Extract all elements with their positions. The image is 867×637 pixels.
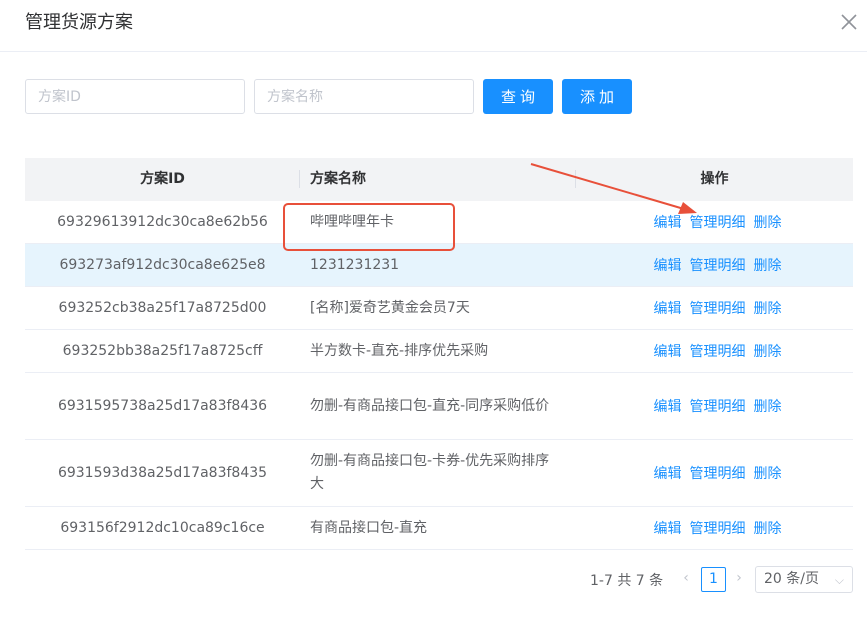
cell-operations: 编辑 管理明细 删除 <box>576 396 853 416</box>
edit-link[interactable]: 编辑 <box>654 463 682 483</box>
cell-plan-name: [名称]爱奇艺黄金会员7天 <box>310 299 470 316</box>
cell-operations: 编辑 管理明细 删除 <box>576 298 853 318</box>
page-size-select[interactable]: 20 条/页 ⌵ <box>755 566 853 593</box>
close-icon[interactable] <box>840 13 858 31</box>
table-row: 69329613912dc30ca8e62b56 哔哩哔哩年卡 编辑 管理明细 删除 <box>25 201 853 244</box>
edit-link[interactable]: 编辑 <box>654 298 682 318</box>
cell-plan-id: 6931595738a25d17a83f8436 <box>57 397 268 414</box>
cell-operations: 编辑 管理明细 删除 <box>576 212 853 232</box>
cell-plan-id: 693252cb38a25f17a8725d00 <box>58 299 267 316</box>
edit-link[interactable]: 编辑 <box>654 341 682 361</box>
table-header: 方案ID 方案名称 操作 <box>25 158 853 201</box>
pagination: 1-7 共 7 条 ‹ 1 › 20 条/页 ⌵ <box>0 566 867 594</box>
manage-details-link[interactable]: 管理明细 <box>690 396 746 416</box>
table-row: 693156f2912dc10ca89c16ce 有商品接口包-直充 编辑 管理明细删… <box>25 507 853 550</box>
cell-plan-name: 半方数卡-直充-排序优先采购 <box>310 342 489 359</box>
header-operations: 操作 <box>700 171 729 187</box>
cell-plan-name: 哔哩哔哩年卡 <box>310 213 394 230</box>
cell-operations: 编辑 管理明细 删除 <box>576 341 853 361</box>
manage-source-plan-dialog: 管理货源方案 查询 添加 方案ID 方案名称 操作 69329613912dc3… <box>0 0 867 637</box>
manage-details-link[interactable]: 管理明细 <box>690 298 746 318</box>
cell-plan-name: 1231231231 <box>310 256 400 273</box>
chevron-right-icon[interactable]: › <box>731 570 747 590</box>
cell-plan-id: 693156f2912dc10ca89c16ce <box>60 519 265 536</box>
table-body: 69329613912dc30ca8e62b56 哔哩哔哩年卡 编辑 管理明细 删除 69… <box>25 201 853 550</box>
add-button[interactable]: 添加 <box>562 79 632 114</box>
table-row: 693252bb38a25f17a8725cff 半方数卡-直充-排序优先采购 编辑… <box>25 330 853 373</box>
edit-link[interactable]: 编辑 <box>654 396 682 416</box>
header-plan-id: 方案ID <box>25 158 300 201</box>
table-row: 693273af912dc30ca8e625e8 1231231231 编辑 管理明细… <box>25 244 853 287</box>
search-button[interactable]: 查询 <box>483 79 553 114</box>
plan-id-input[interactable] <box>25 79 245 114</box>
delete-link[interactable]: 删除 <box>754 463 782 483</box>
dialog-title: 管理货源方案 <box>25 12 133 33</box>
cell-operations: 编辑 管理明细 删除 <box>576 255 853 275</box>
cell-plan-id: 69329613912dc30ca8e62b56 <box>57 213 268 230</box>
dialog-header: 管理货源方案 <box>0 0 867 52</box>
table-row: 6931593d38a25d17a83f8435 勿删-有商品接口包-卡券-优先采… <box>25 440 853 507</box>
cell-plan-name: 有商品接口包-直充 <box>310 519 428 536</box>
edit-link[interactable]: 编辑 <box>654 212 682 232</box>
manage-details-link[interactable]: 管理明细 <box>690 255 746 275</box>
header-plan-name: 方案名称 <box>300 158 576 201</box>
edit-link[interactable]: 编辑 <box>654 518 682 538</box>
cell-operations: 编辑 管理明细 删除 <box>576 463 853 483</box>
delete-link[interactable]: 删除 <box>754 255 782 275</box>
delete-link[interactable]: 删除 <box>754 341 782 361</box>
manage-details-link[interactable]: 管理明细 <box>690 518 746 538</box>
manage-details-link[interactable]: 管理明细 <box>690 212 746 232</box>
cell-plan-name: 勿删-有商品接口包-卡券-优先采购排序大 <box>310 453 550 492</box>
cell-plan-name: 勿删-有商品接口包-直充-同序采购低价 <box>310 397 550 414</box>
cell-operations: 编辑 管理明细 删除 <box>576 518 853 538</box>
pagination-total: 1-7 共 7 条 <box>590 573 664 589</box>
cell-plan-id: 693252bb38a25f17a8725cff <box>62 342 263 359</box>
table-row: 6931595738a25d17a83f8436 勿删-有商品接口包-直充-同序采… <box>25 373 853 440</box>
page-number-current[interactable]: 1 <box>701 567 726 592</box>
table-row: 693252cb38a25f17a8725d00 [名称]爱奇艺黄金会员7天 编辑管… <box>25 287 853 330</box>
page-size-value: 20 条/页 <box>764 571 819 587</box>
edit-link[interactable]: 编辑 <box>654 255 682 275</box>
delete-link[interactable]: 删除 <box>754 298 782 318</box>
delete-link[interactable]: 删除 <box>754 212 782 232</box>
cell-plan-id: 693273af912dc30ca8e625e8 <box>59 256 266 273</box>
cell-plan-id: 6931593d38a25d17a83f8435 <box>57 464 268 481</box>
delete-link[interactable]: 删除 <box>754 518 782 538</box>
plan-table: 方案ID 方案名称 操作 69329613912dc30ca8e62b56 哔哩哔… <box>25 158 853 550</box>
chevron-down-icon: ⌵ <box>834 573 844 587</box>
chevron-left-icon[interactable]: ‹ <box>678 570 694 590</box>
manage-details-link[interactable]: 管理明细 <box>690 463 746 483</box>
manage-details-link[interactable]: 管理明细 <box>690 341 746 361</box>
plan-name-input[interactable] <box>254 79 474 114</box>
delete-link[interactable]: 删除 <box>754 396 782 416</box>
